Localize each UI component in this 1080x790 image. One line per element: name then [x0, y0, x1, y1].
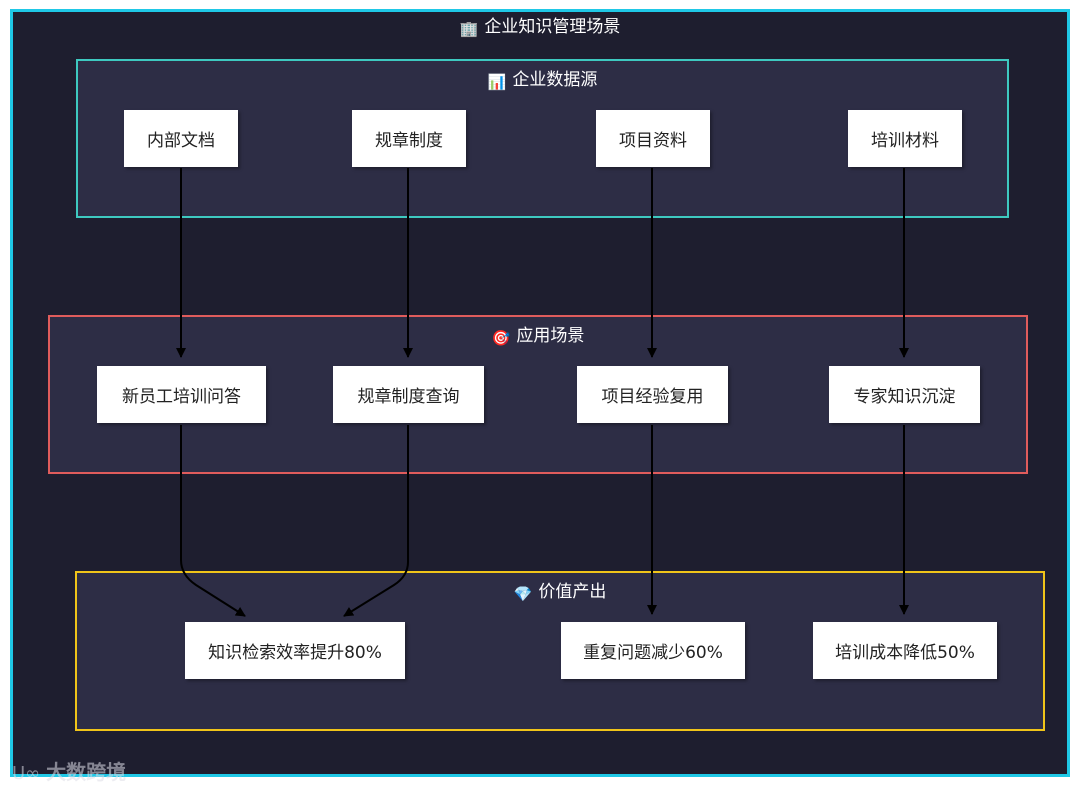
node-fewer-repeat-questions: 重复问题减少60% — [561, 622, 745, 679]
node-training-materials: 培训材料 — [848, 110, 962, 167]
logo-icon: ᑌ∞ — [12, 763, 41, 784]
node-internal-docs: 内部文档 — [124, 110, 238, 167]
node-project-experience: 项目经验复用 — [577, 366, 728, 423]
node-regulation-query: 规章制度查询 — [333, 366, 484, 423]
edge-regulation-query-to-search-efficiency — [343, 425, 409, 617]
node-regulations: 规章制度 — [352, 110, 466, 167]
node-project-materials: 项目资料 — [596, 110, 710, 167]
watermark-text: 大数跨境 — [46, 760, 127, 784]
node-training-cost: 培训成本降低50% — [813, 622, 997, 679]
node-new-employee-qa: 新员工培训问答 — [97, 366, 266, 423]
node-search-efficiency: 知识检索效率提升80% — [185, 622, 405, 679]
node-expert-knowledge: 专家知识沉淀 — [829, 366, 980, 423]
watermark: ᑌ∞ 大数跨境 — [12, 756, 126, 785]
edge-new-employee-qa-to-search-efficiency — [180, 425, 246, 617]
